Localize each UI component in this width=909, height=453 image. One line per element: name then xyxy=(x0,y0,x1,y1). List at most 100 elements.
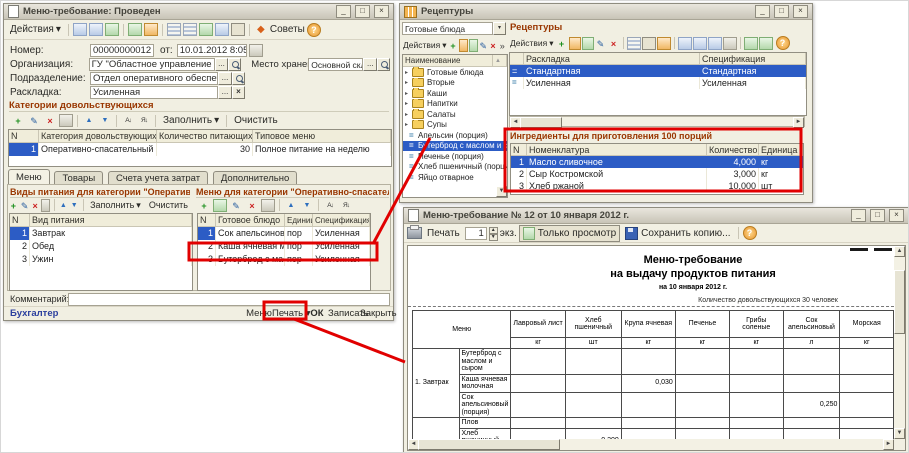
ingredient-row-selected[interactable]: 1 Масло сливочное 4,000 кг xyxy=(511,156,803,168)
recipes-hscrollbar[interactable]: ◄ ► xyxy=(509,116,805,127)
copies-input[interactable]: 1 xyxy=(465,227,487,240)
add-row-icon[interactable]: + xyxy=(11,114,25,127)
move-down-icon[interactable]: ▼ xyxy=(300,199,314,212)
scroll-right-icon[interactable]: ► xyxy=(793,117,804,128)
move-up-icon[interactable]: ▲ xyxy=(284,199,298,212)
add-row-icon[interactable]: + xyxy=(197,199,211,212)
clear-button[interactable]: Очистить xyxy=(146,198,191,213)
subordination-icon[interactable] xyxy=(231,23,245,36)
scrollbar-thumb[interactable] xyxy=(418,439,560,450)
tree-folder[interactable]: ▸Каши xyxy=(403,88,507,99)
open-item-icon[interactable] xyxy=(657,37,671,50)
refresh-icon[interactable] xyxy=(105,23,119,36)
department-lookup-icon[interactable] xyxy=(232,72,245,85)
sort-za-icon[interactable]: Я↓ xyxy=(339,199,353,212)
ingredient-row[interactable]: 3 Хлеб ржаной 10,000 шт xyxy=(511,180,803,192)
tree-item[interactable]: =Печенье (порция) xyxy=(403,151,507,162)
layout-input[interactable]: Усиленная xyxy=(90,86,218,99)
delete-icon[interactable]: × xyxy=(489,39,498,52)
report-vscrollbar[interactable]: ▲ ▼ xyxy=(894,246,905,439)
tab-menu[interactable]: Меню xyxy=(8,169,50,184)
add-icon[interactable]: + xyxy=(449,39,458,52)
delete-row-icon[interactable]: × xyxy=(245,199,259,212)
maximize-button[interactable]: □ xyxy=(870,209,885,222)
print-button[interactable]: Печать xyxy=(424,226,463,241)
group-select[interactable]: Готовые блюда ▾ xyxy=(402,22,506,36)
delete-row-icon[interactable]: × xyxy=(43,114,57,127)
scrollbar-thumb[interactable] xyxy=(894,270,905,334)
tree-folder[interactable]: ▸Супы xyxy=(403,120,507,131)
comment-input[interactable] xyxy=(68,293,390,306)
fill-button[interactable]: Заполнить▾ xyxy=(87,198,144,213)
edit-row-icon[interactable]: ✎ xyxy=(20,199,29,212)
copy-row-icon[interactable] xyxy=(213,199,227,212)
tips-icon[interactable]: ◆ xyxy=(254,23,268,36)
recipe-row[interactable]: = Усиленная Усиленная xyxy=(510,77,806,89)
maximize-button[interactable]: □ xyxy=(774,5,789,18)
export-icon[interactable] xyxy=(744,37,758,50)
report-sheet[interactable]: Меню-требование на выдачу продуктов пита… xyxy=(407,245,906,451)
menu-dish-row-highlighted[interactable]: 3 Бутерброд с масло... пор Усиленная xyxy=(198,253,370,266)
clear-button[interactable]: Очистить xyxy=(231,113,281,128)
help-icon[interactable]: ? xyxy=(776,36,790,50)
tree-folder[interactable]: ▸Готовые блюда xyxy=(403,67,507,78)
organization-input[interactable]: ГУ "Областное управление по ликв xyxy=(89,58,215,71)
go-to-icon[interactable] xyxy=(199,23,213,36)
write-button[interactable]: Записать xyxy=(328,307,360,320)
chevron-down-icon[interactable]: ▾ xyxy=(493,22,506,35)
end-edit-icon[interactable] xyxy=(41,199,50,212)
sort-indicator-icon[interactable]: ▲ xyxy=(493,55,507,67)
storage-lookup-icon[interactable] xyxy=(377,58,390,71)
minimize-button[interactable]: _ xyxy=(851,209,866,222)
meal-type-row[interactable]: 3 Ужин xyxy=(10,253,192,266)
close-button[interactable]: × xyxy=(374,5,389,18)
scroll-down-icon[interactable]: ▼ xyxy=(894,428,905,439)
report-hscrollbar[interactable]: ◄ ► xyxy=(408,439,894,450)
calendar-icon[interactable] xyxy=(249,44,263,57)
edit-row-icon[interactable]: ✎ xyxy=(27,114,41,127)
menu-dish-row[interactable]: 1 Сок апельсиновый (... пор Усиленная xyxy=(198,227,370,240)
end-edit-icon[interactable] xyxy=(261,199,275,212)
tab-additional[interactable]: Дополнительно xyxy=(213,171,297,185)
ingredient-row[interactable]: 2 Сыр Костромской 3,000 кг xyxy=(511,168,803,180)
scroll-up-icon[interactable]: ▲ xyxy=(894,246,905,257)
save-copy-button[interactable]: Сохранить копию... xyxy=(622,226,733,241)
fill-button[interactable]: Заполнить▾ xyxy=(160,113,222,128)
tree-folder[interactable]: ▸Напитки xyxy=(403,99,507,110)
scrollbar-thumb[interactable] xyxy=(520,117,562,128)
tree-item[interactable]: =Яйцо отварное xyxy=(403,172,507,183)
storage-ellipsis-button[interactable]: ... xyxy=(363,58,377,71)
layout-ellipsis-button[interactable]: ... xyxy=(218,86,232,99)
move-up-icon[interactable]: ▲ xyxy=(59,199,68,212)
clear-filter-icon[interactable] xyxy=(723,37,737,50)
date-input[interactable]: 10.01.2012 8:05:00 xyxy=(177,44,247,57)
edit-icon[interactable]: ✎ xyxy=(479,39,488,52)
end-edit-icon[interactable] xyxy=(59,114,73,127)
recipe-row-selected[interactable]: = Стандартная Стандартная xyxy=(510,65,806,77)
meal-type-row[interactable]: 2 Обед xyxy=(10,240,192,253)
period-icon[interactable] xyxy=(215,23,229,36)
move-down-icon[interactable]: ▼ xyxy=(70,199,79,212)
list-icon[interactable] xyxy=(167,23,181,36)
categories-row[interactable]: 1 Оперативно-спасательный отряд 30 Полно… xyxy=(9,143,391,156)
minimize-button[interactable]: _ xyxy=(755,5,770,18)
overflow-icon[interactable]: » xyxy=(499,39,506,52)
menu-dish-row[interactable]: 2 Каша ячневая моло... пор Усиленная xyxy=(198,240,370,253)
meal-type-row[interactable]: 1 Завтрак xyxy=(10,227,192,240)
tab-cost-accounts[interactable]: Счета учета затрат xyxy=(108,171,208,185)
add-row-icon[interactable]: + xyxy=(9,199,18,212)
show-movements-icon[interactable] xyxy=(89,23,103,36)
sort-az-icon[interactable]: А↓ xyxy=(121,114,135,127)
report-window-titlebar[interactable]: Меню-требование № 12 от 10 января 2012 г… xyxy=(404,208,908,224)
find-icon[interactable] xyxy=(678,37,692,50)
scroll-right-icon[interactable]: ► xyxy=(883,439,894,450)
copy-icon[interactable] xyxy=(582,37,594,50)
organization-lookup-icon[interactable] xyxy=(228,58,241,71)
refresh-icon[interactable] xyxy=(759,37,773,50)
tree-item[interactable]: =Хлеб пшеничный (порция) xyxy=(403,162,507,173)
structure-icon[interactable] xyxy=(183,23,197,36)
document-window-titlebar[interactable]: Меню-требование: Проведен _ □ × xyxy=(4,4,393,20)
paste-line-icon[interactable] xyxy=(144,23,158,36)
tips-label[interactable]: Советы xyxy=(270,24,305,35)
sort-za-icon[interactable]: Я↓ xyxy=(137,114,151,127)
